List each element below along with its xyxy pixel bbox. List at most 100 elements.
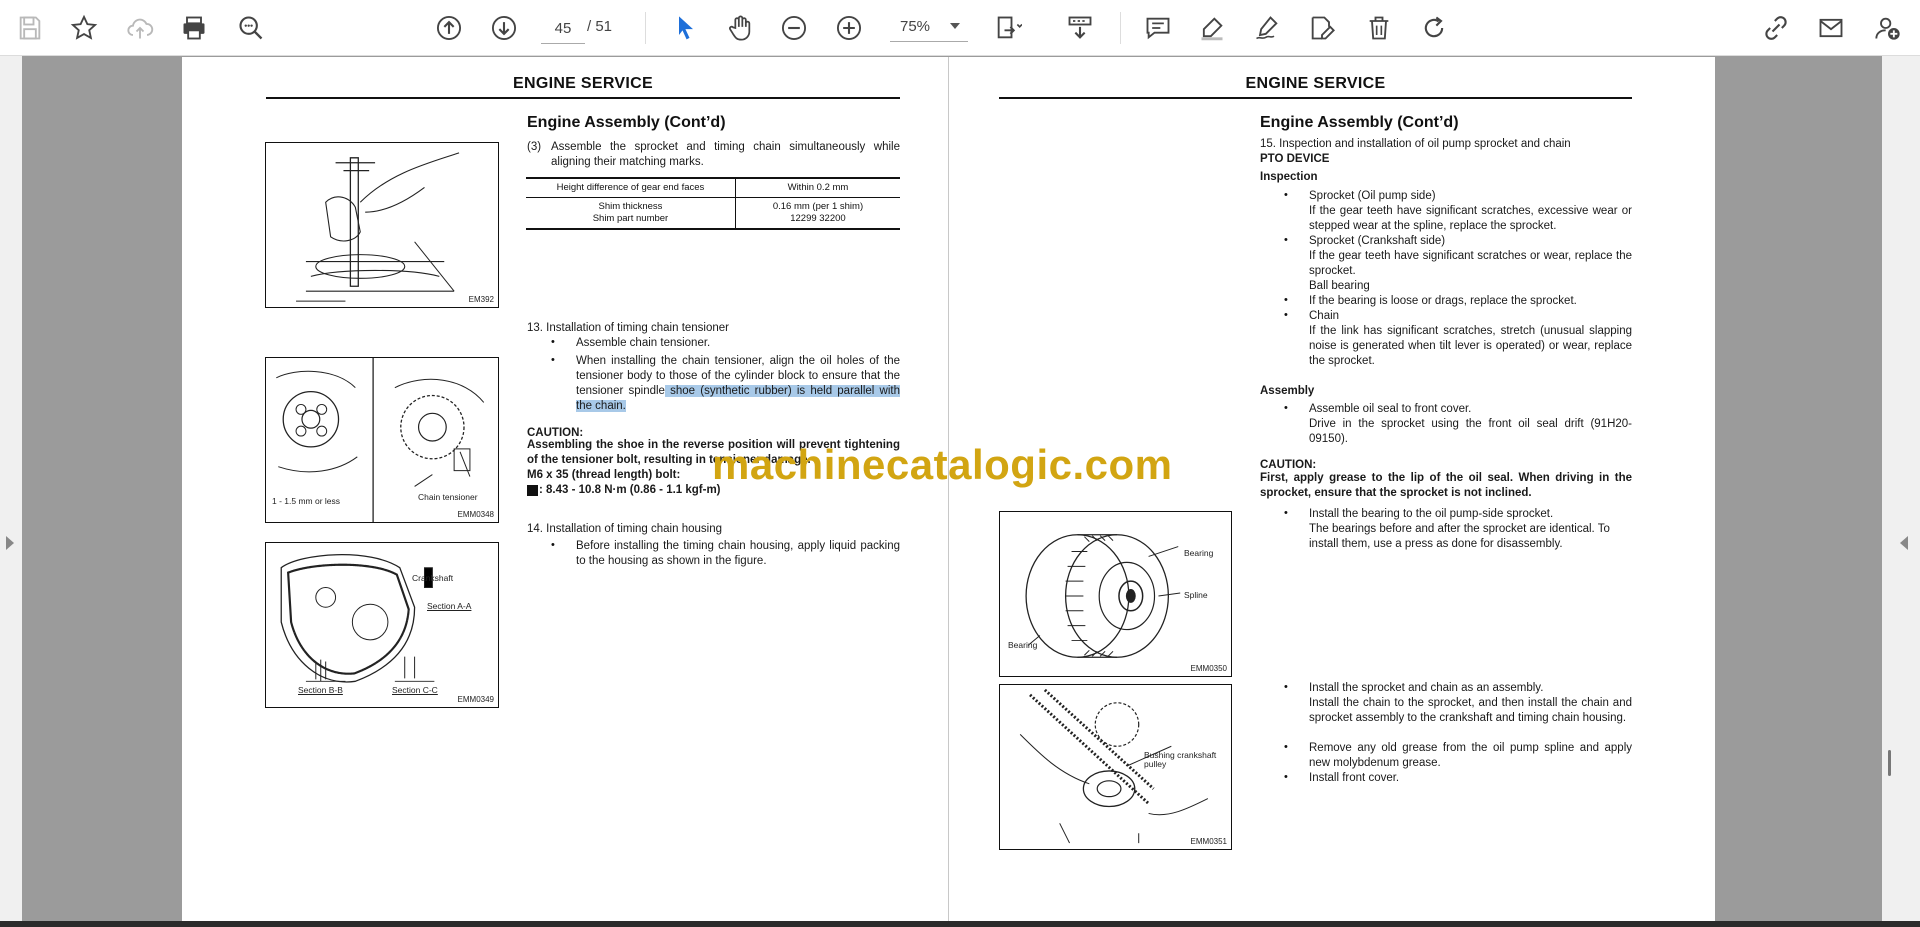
figure-label: Bearing	[1184, 548, 1214, 558]
figure-label: Section B-B	[298, 685, 343, 695]
bullet-title: Install the sprocket and chain as an ass…	[1309, 682, 1544, 694]
table-cell-line: 12299 32200	[790, 213, 846, 224]
figure-label: Section A-A	[427, 601, 472, 611]
step-text: Assemble the sprocket and timing chain s…	[551, 141, 900, 168]
section-title: Engine Assembly (Cont’d)	[527, 114, 726, 131]
table-cell-line: Shim part number	[592, 213, 669, 224]
bullet-icon: •	[1284, 507, 1288, 519]
bullet-text: When installing the chain tensioner, ali…	[576, 354, 900, 414]
figure-sprocket-chain: Bushing crankshaft pulley EMM0351	[999, 684, 1232, 850]
bullet-title: Sprocket (Oil pump side)	[1309, 190, 1436, 202]
bullet-text: Before installing the timing chain housi…	[576, 540, 900, 567]
document-page-left[interactable]: ENGINE SERVICE Engine Assembly (Cont’d) …	[182, 57, 948, 921]
scroll-mode-icon[interactable]	[1062, 10, 1098, 46]
bullet-text: Install the chain to the sprocket, and t…	[1309, 697, 1632, 724]
table-cell-line: Shim thickness	[598, 201, 663, 212]
fit-page-icon[interactable]	[990, 10, 1026, 46]
select-cursor-icon[interactable]	[668, 10, 704, 46]
chevron-down-icon	[950, 23, 960, 29]
figure-timing-chain-housing: Crankshaft Section A-A Section B-B Secti…	[265, 542, 499, 708]
bottom-bar	[0, 921, 1920, 927]
page-header: ENGINE SERVICE	[513, 75, 653, 92]
watermark-text: machinecatalogic.com	[712, 441, 1173, 488]
toolbar-separator	[1120, 12, 1121, 44]
bullet-text: If the gear teeth have significant scrat…	[1309, 250, 1632, 277]
bullet-icon: •	[1284, 402, 1288, 414]
figure-code: EMM0349	[457, 695, 494, 704]
bolt-spec: M6 x 35 (thread length) bolt:	[527, 469, 681, 481]
scrollbar-thumb[interactable]	[1888, 750, 1891, 776]
bullet-icon: •	[1284, 309, 1288, 321]
bullet-icon: •	[1284, 681, 1288, 693]
step-title: 13. Installation of timing chain tension…	[527, 322, 730, 334]
bullet-title: Assemble oil seal to front cover.	[1309, 403, 1472, 415]
caution-text: First, apply grease to the lip of the oi…	[1260, 472, 1632, 499]
header-rule	[266, 97, 900, 99]
page-number-input[interactable]	[541, 13, 585, 44]
figure-label: Bushing crankshaft pulley	[1144, 750, 1217, 769]
step-number: (3)	[527, 141, 542, 153]
redo-icon[interactable]	[1416, 10, 1452, 46]
section-title: Engine Assembly (Cont’d)	[1260, 114, 1459, 131]
expand-left-panel-icon[interactable]	[6, 536, 14, 550]
zoom-select[interactable]: 75%	[890, 13, 968, 42]
figure-chain-tensioner: 1 - 1.5 mm or less Chain tensioner EMM03…	[265, 357, 499, 523]
bullet-title: Chain	[1309, 310, 1340, 322]
expand-right-panel-icon[interactable]	[1900, 536, 1908, 550]
bullet-icon: •	[551, 354, 555, 366]
bullet-icon: •	[551, 336, 555, 348]
figure-illustration	[280, 554, 435, 683]
figure-code: EMM0350	[1190, 664, 1227, 673]
share-link-icon[interactable]	[1758, 10, 1794, 46]
save-icon[interactable]	[12, 10, 48, 46]
table-cell: Within 0.2 mm	[787, 182, 849, 193]
left-panel-rail[interactable]	[0, 56, 22, 921]
right-panel-rail[interactable]	[1882, 56, 1920, 921]
shim-table: Height difference of gear end faces With…	[526, 177, 900, 230]
bullet-subtitle: Ball bearing	[1309, 280, 1370, 292]
bullet-text: Drive in the sprocket using the front oi…	[1309, 418, 1632, 445]
bookmark-star-icon[interactable]	[66, 10, 102, 46]
bullet-text: Assemble chain tensioner.	[576, 337, 711, 349]
page-down-icon[interactable]	[486, 10, 522, 46]
bullet-title: Sprocket (Crankshaft side)	[1309, 235, 1446, 247]
mail-icon[interactable]	[1813, 10, 1849, 46]
trash-icon[interactable]	[1361, 10, 1397, 46]
highlight-pen-icon[interactable]	[1194, 10, 1230, 46]
subsection-title: PTO DEVICE	[1260, 153, 1330, 165]
table-cell: 0.16 mm (per 1 shim) 12299 32200	[735, 198, 900, 229]
figure-code: EMM0348	[457, 510, 494, 519]
figure-code: EMM0351	[1190, 837, 1227, 846]
figure-caliper: EM392	[265, 142, 499, 308]
document-page-right[interactable]: ENGINE SERVICE Engine Assembly (Cont’d) …	[949, 57, 1715, 921]
cloud-upload-icon[interactable]	[122, 10, 158, 46]
draw-signature-icon[interactable]	[1249, 10, 1285, 46]
figure-code: EM392	[468, 295, 494, 304]
step-title: 15. Inspection and installation of oil p…	[1260, 138, 1571, 150]
figure-label: Bearing	[1008, 640, 1038, 650]
bullet-text: If the bearing is loose or drags, replac…	[1309, 295, 1577, 307]
toolbar-separator	[645, 12, 646, 44]
bullet-text: The bearings before and after the sprock…	[1309, 523, 1610, 550]
comment-icon[interactable]	[1140, 10, 1176, 46]
header-rule	[999, 97, 1632, 99]
figure-illustration	[296, 152, 460, 302]
zoom-in-icon[interactable]	[831, 10, 867, 46]
table-cell: Height difference of gear end faces	[526, 179, 736, 198]
table-cell: Shim thickness Shim part number	[526, 197, 736, 228]
add-user-icon[interactable]	[1870, 10, 1906, 46]
bullet-text: Install front cover.	[1309, 772, 1400, 784]
figure-bearing-sprocket: Bearing Spline Bearing EMM0350	[999, 511, 1232, 677]
figure-label: Spline	[1184, 590, 1208, 600]
page-header: ENGINE SERVICE	[1245, 75, 1386, 92]
subsection-title: Assembly	[1260, 385, 1315, 397]
zoom-value: 75%	[900, 18, 931, 35]
zoom-search-icon[interactable]	[233, 10, 269, 46]
hand-tool-icon[interactable]	[722, 10, 758, 46]
page-total: / 51	[587, 18, 613, 35]
stamp-edit-icon[interactable]	[1304, 10, 1340, 46]
print-icon[interactable]	[176, 10, 212, 46]
zoom-out-icon[interactable]	[776, 10, 812, 46]
figure-label: Crankshaft	[412, 573, 454, 583]
page-up-icon[interactable]	[431, 10, 467, 46]
